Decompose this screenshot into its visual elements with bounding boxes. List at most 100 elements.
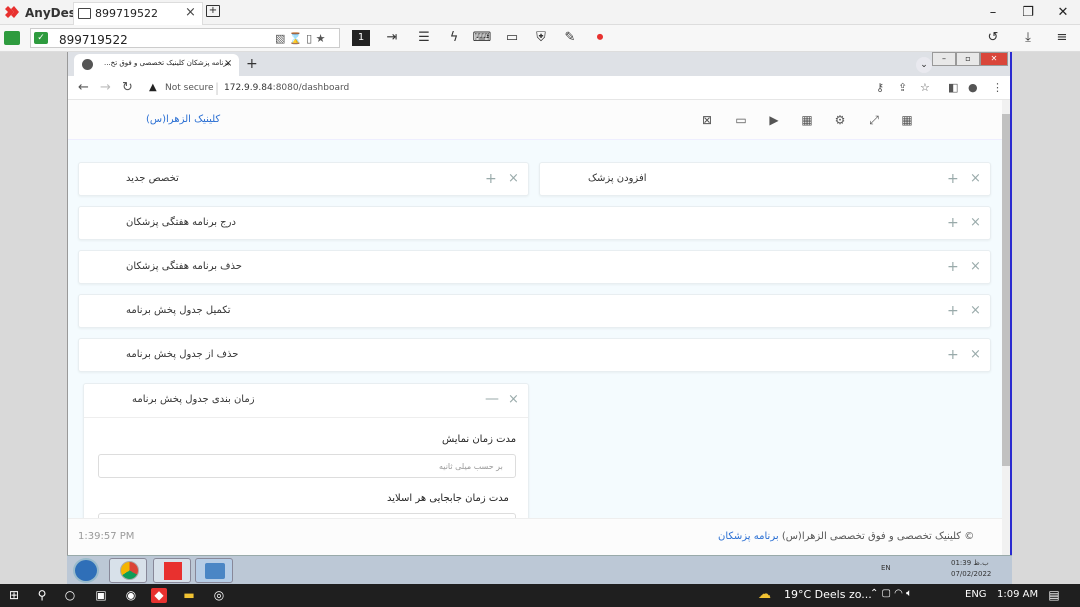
whiteboard-icon[interactable]: ✎ bbox=[560, 28, 580, 48]
footer-link[interactable]: برنامه پزشکان bbox=[718, 531, 779, 542]
network-taskbar-button[interactable] bbox=[195, 558, 233, 583]
forward-icon[interactable]: → bbox=[100, 80, 111, 95]
weather-text[interactable]: 19°C Deels zo... bbox=[784, 588, 872, 601]
record-icon[interactable]: ⏺ bbox=[590, 28, 610, 48]
display-duration-input[interactable]: بر حسب میلی ثانیه bbox=[98, 454, 516, 478]
panel-title: درج برنامه هفتگی پزشکان bbox=[126, 217, 236, 228]
app-brand[interactable]: کلینیک الزهرا(س) bbox=[146, 114, 220, 125]
file-transfer-icon[interactable]: ⇥ bbox=[382, 28, 402, 48]
chrome-icon[interactable]: ◉ bbox=[123, 588, 139, 603]
app-icon-2[interactable]: ◎ bbox=[211, 588, 227, 603]
close-panel-button[interactable]: × bbox=[970, 259, 981, 274]
browser-maximize-button[interactable]: ▫ bbox=[956, 52, 980, 66]
share-icon[interactable]: ⇪ bbox=[898, 81, 907, 94]
display-duration-placeholder: بر حسب میلی ثانیه bbox=[439, 462, 503, 471]
bookmark-icon[interactable]: ☆ bbox=[920, 81, 930, 94]
panel-insert-weekly: درج برنامه هفتگی پزشکان + × bbox=[78, 206, 991, 240]
collapse-button[interactable]: — bbox=[485, 391, 499, 407]
browser-tab[interactable]: برنامه پزشکان کلینیک تخصصی و فوق تخ... × bbox=[74, 54, 239, 76]
url-divider: | bbox=[215, 81, 220, 95]
play-icon[interactable]: ▶ bbox=[767, 114, 781, 126]
calendar-icon[interactable]: ▦ bbox=[800, 114, 814, 126]
weather-icon: ☁ bbox=[758, 587, 771, 602]
back-icon[interactable]: ← bbox=[78, 80, 89, 95]
expand-button[interactable]: + bbox=[947, 215, 959, 231]
fullscreen-icon[interactable]: ⤢ bbox=[867, 114, 881, 126]
minimize-button[interactable]: – bbox=[978, 3, 1008, 23]
panel-schedule: زمان بندی جدول پخش برنامه — × مدت زمان ن… bbox=[83, 383, 529, 518]
new-tab-button[interactable]: + bbox=[246, 56, 258, 72]
settings-icon[interactable]: ⚙ bbox=[833, 114, 847, 126]
search-icon[interactable]: ⚲ bbox=[34, 588, 50, 603]
tab-search-icon[interactable]: ⌄ bbox=[916, 57, 932, 73]
panel-title: زمان بندی جدول پخش برنامه bbox=[132, 394, 255, 405]
windows-start-icon[interactable]: ⊞ bbox=[6, 588, 22, 603]
close-panel-button[interactable]: × bbox=[508, 392, 519, 407]
grid-icon[interactable]: ▦ bbox=[900, 114, 914, 126]
expand-button[interactable]: + bbox=[947, 347, 959, 363]
expand-button[interactable]: + bbox=[947, 303, 959, 319]
remote-lang[interactable]: EN bbox=[881, 564, 891, 572]
file-explorer-icon[interactable]: ▬ bbox=[181, 588, 197, 603]
footer-copyright: © کلینیک تخصصی و فوق تخصصی الزهرا(س) برن… bbox=[718, 531, 974, 542]
close-panel-button[interactable]: × bbox=[970, 303, 981, 318]
task-view-icon[interactable]: ○ bbox=[62, 588, 78, 603]
url-path: :8080/dashboard bbox=[272, 83, 350, 93]
close-panel-button[interactable]: × bbox=[970, 347, 981, 362]
scrollbar-thumb[interactable] bbox=[1002, 114, 1010, 466]
connection-icon bbox=[4, 31, 20, 45]
panel-add-doctor: افزودن پزشک + × bbox=[539, 162, 991, 196]
close-panel-button[interactable]: × bbox=[970, 215, 981, 230]
expand-button[interactable]: + bbox=[485, 171, 497, 187]
host-lang[interactable]: ENG bbox=[965, 589, 987, 600]
close-window-icon[interactable]: ⊠ bbox=[700, 114, 714, 126]
download-icon[interactable]: ⤓ bbox=[1018, 28, 1038, 48]
warning-icon: ▲ bbox=[149, 82, 157, 93]
expand-button[interactable]: + bbox=[947, 259, 959, 275]
close-panel-button[interactable]: × bbox=[970, 171, 981, 186]
permissions-icon[interactable]: ⛨ bbox=[531, 28, 551, 48]
notification-icon[interactable]: ▤ bbox=[1046, 588, 1062, 603]
anydesk-icon[interactable]: ◆ bbox=[151, 588, 167, 603]
start-orb-icon[interactable] bbox=[73, 558, 99, 583]
remote-tray: EN 01:39 ب.ظ 07/02/2022 bbox=[879, 558, 1009, 583]
browser-close-button[interactable]: ✕ bbox=[980, 52, 1008, 66]
menu-icon[interactable]: ≡ bbox=[1052, 28, 1072, 48]
chat-icon[interactable]: ☰ bbox=[414, 28, 434, 48]
browser-minimize-button[interactable]: – bbox=[932, 52, 956, 66]
app-icon[interactable]: ▣ bbox=[93, 588, 109, 603]
panel-title: افزودن پزشک bbox=[588, 173, 647, 184]
maximize-button[interactable]: ❐ bbox=[1013, 3, 1043, 23]
display-select-button[interactable]: 1 bbox=[352, 30, 370, 46]
browser-menu-icon[interactable]: ⋮ bbox=[992, 81, 1003, 94]
security-status[interactable]: Not secure bbox=[165, 83, 214, 93]
remote-date: 07/02/2022 bbox=[951, 570, 992, 578]
close-tab-button[interactable]: × bbox=[224, 58, 232, 69]
panel-title: تکمیل جدول پخش برنامه bbox=[126, 305, 231, 316]
host-clock[interactable]: 1:09 AM bbox=[997, 589, 1038, 600]
close-panel-button[interactable]: × bbox=[508, 171, 519, 186]
close-window-button[interactable]: ✕ bbox=[1048, 3, 1078, 23]
key-icon[interactable]: ⚷ bbox=[876, 81, 884, 94]
history-icon[interactable]: ↺ bbox=[983, 28, 1003, 48]
new-session-icon[interactable]: + bbox=[206, 5, 220, 17]
tray-icons[interactable]: ⌃ ▢ ◠ 🔈︎ bbox=[870, 588, 912, 599]
browser-window-controls: – ▫ ✕ bbox=[932, 52, 1010, 66]
profile-icon[interactable]: ● bbox=[968, 81, 978, 94]
actions-icon[interactable]: ϟ bbox=[444, 28, 464, 48]
monitor-icon bbox=[78, 8, 91, 19]
keyboard-icon[interactable]: ⌨ bbox=[472, 28, 492, 48]
monitor-icon[interactable]: ▭ bbox=[734, 114, 748, 126]
favicon-icon bbox=[82, 59, 93, 70]
address-bar[interactable]: ✓ 899719522 ▧ ⌛ ▯ ★ bbox=[30, 28, 340, 48]
close-tab-button[interactable]: × bbox=[185, 5, 196, 20]
anydesk-taskbar-button[interactable] bbox=[153, 558, 191, 583]
monitor-icon[interactable]: ▭ bbox=[502, 28, 522, 48]
chrome-taskbar-button[interactable] bbox=[109, 558, 147, 583]
url-field[interactable]: 172.9.9.84:8080/dashboard bbox=[224, 83, 349, 93]
side-panel-icon[interactable]: ◧ bbox=[948, 81, 958, 94]
reload-icon[interactable]: ↻ bbox=[122, 80, 133, 95]
panel-complete-table: تکمیل جدول پخش برنامه + × bbox=[78, 294, 991, 328]
anydesk-session-tab[interactable]: 899719522 × bbox=[73, 2, 203, 25]
expand-button[interactable]: + bbox=[947, 171, 959, 187]
